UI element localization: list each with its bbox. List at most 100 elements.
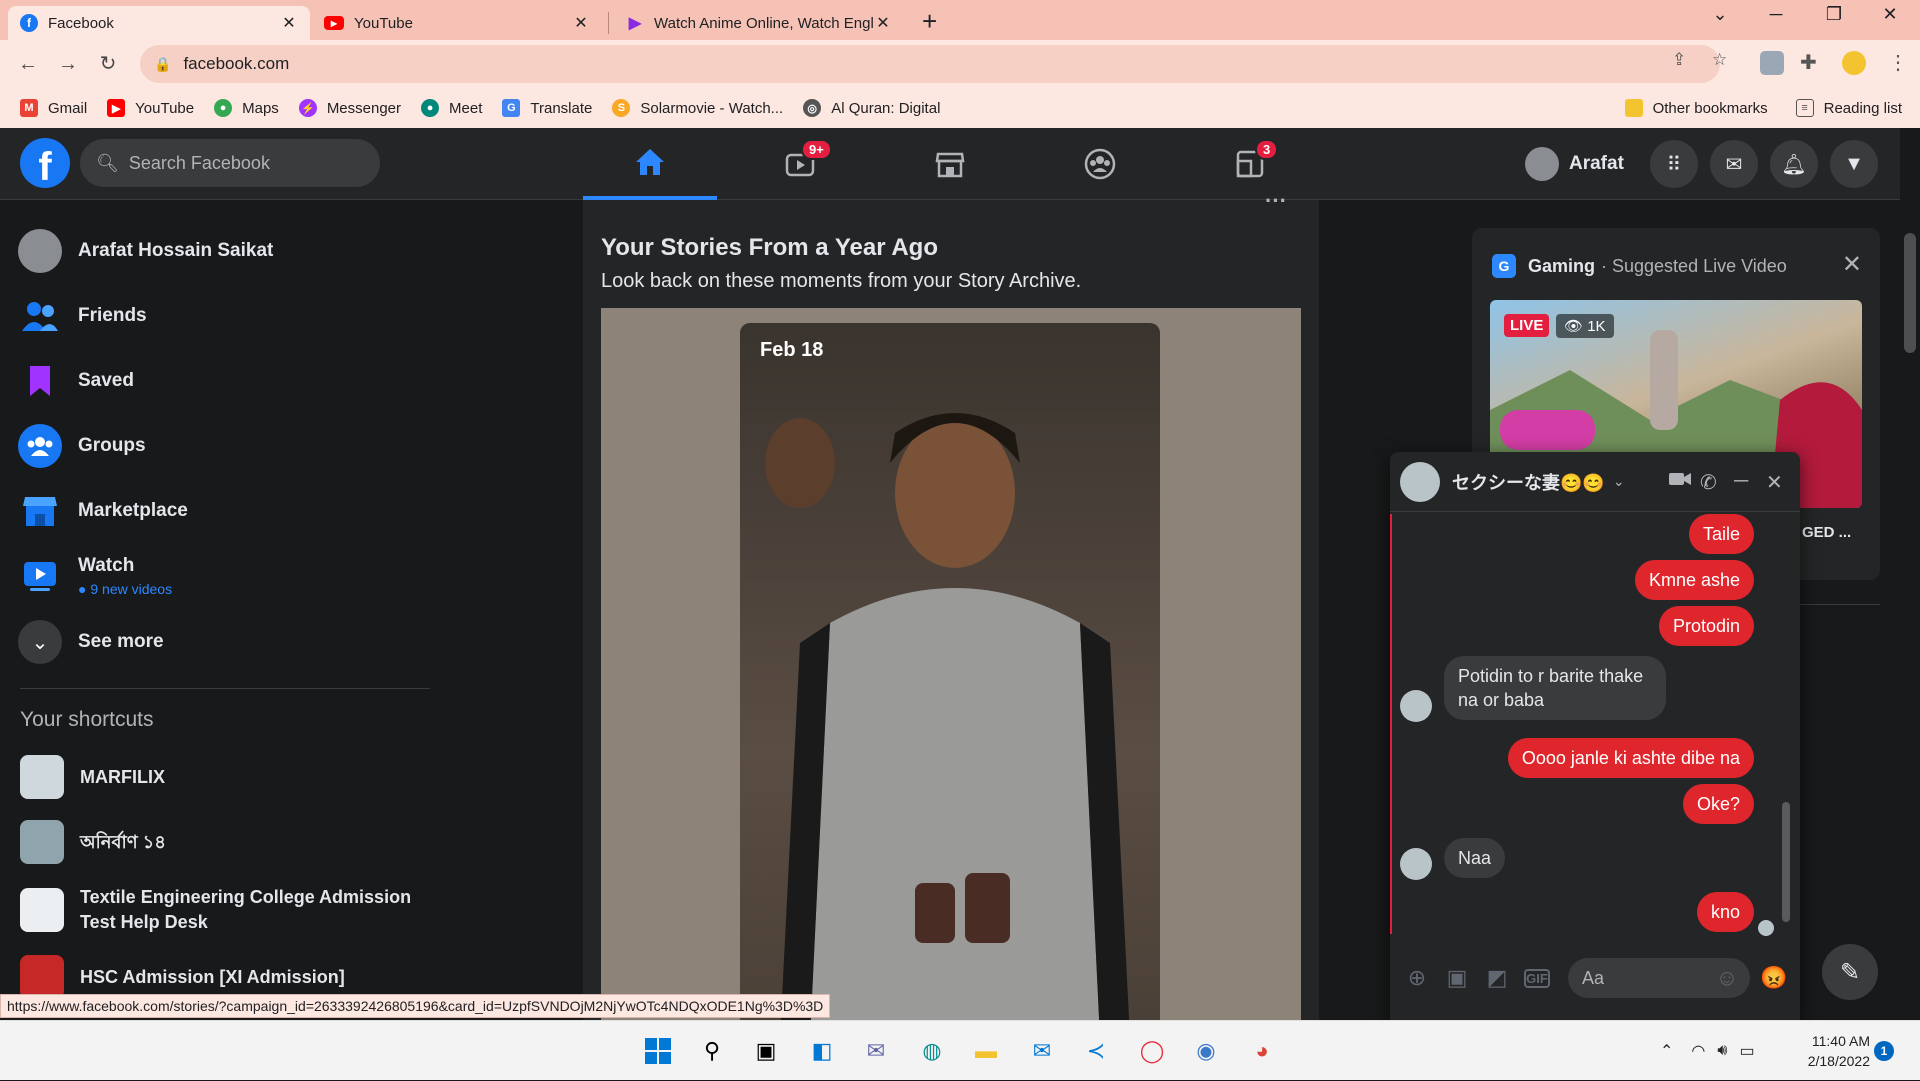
bookmark-maps[interactable]: ● Maps: [214, 99, 279, 117]
bookmark-meet[interactable]: ● Meet: [421, 99, 482, 117]
profile-avatar-icon[interactable]: [1842, 51, 1866, 75]
close-icon[interactable]: ✕: [1842, 250, 1862, 279]
edge-browser-icon[interactable]: ◍: [916, 1035, 948, 1067]
notifications-button[interactable]: 🔔︎: [1770, 140, 1818, 188]
reading-list-button[interactable]: ≡ Reading list: [1795, 99, 1902, 117]
maximize-button[interactable]: ❐: [1814, 4, 1854, 25]
tab-youtube[interactable]: ▶ YouTube ✕: [312, 6, 602, 40]
bookmark-al-quran[interactable]: ◎ Al Quran: Digital: [803, 99, 940, 117]
profile-shortcut[interactable]: Arafat: [1525, 144, 1624, 184]
address-bar[interactable]: 🔒 facebook.com: [140, 45, 1720, 83]
youtube-icon: ▶: [324, 16, 344, 30]
search-input[interactable]: [128, 152, 349, 174]
bookmark-star-icon[interactable]: ☆: [1712, 50, 1727, 70]
menu-grid-button[interactable]: ⠿: [1650, 140, 1698, 188]
sidebar-item-marketplace[interactable]: Marketplace: [18, 483, 188, 539]
minimize-button[interactable]: ─: [1756, 4, 1796, 25]
bookmark-solarmovie[interactable]: S Solarmovie - Watch...: [612, 99, 783, 117]
tab-marketplace[interactable]: [883, 128, 1017, 200]
phone-icon[interactable]: ✆: [1700, 470, 1717, 495]
vscode-icon[interactable]: ≺: [1080, 1035, 1112, 1067]
notification-badge[interactable]: 1: [1874, 1041, 1894, 1061]
shortcut-item[interactable]: Textile Engineering College Admission Te…: [20, 885, 420, 935]
chat-scrollbar[interactable]: [1780, 522, 1792, 932]
sticker-icon[interactable]: ◩: [1484, 965, 1510, 991]
chat-messages[interactable]: Taile Kmne ashe Protodin Potidin to r ba…: [1390, 514, 1800, 936]
tab-groups[interactable]: [1033, 128, 1167, 200]
shortcut-item[interactable]: MARFILIX: [20, 755, 165, 799]
extensions-puzzle-icon[interactable]: ✚: [1800, 50, 1817, 75]
close-icon[interactable]: ✕: [1766, 470, 1783, 495]
gif-icon[interactable]: GIF: [1524, 968, 1550, 988]
qbittorrent-icon[interactable]: ◉: [1190, 1035, 1222, 1067]
file-explorer-icon[interactable]: ▬: [970, 1035, 1002, 1067]
search-icon[interactable]: ⚲: [696, 1035, 728, 1067]
shortcut-item[interactable]: অনির্বাণ ১৪: [20, 820, 166, 864]
minimize-icon[interactable]: ─: [1734, 470, 1748, 493]
close-icon[interactable]: ✕: [572, 13, 590, 33]
tab-facebook[interactable]: f Facebook ✕: [8, 6, 310, 40]
volume-icon[interactable]: 🔊︎: [1717, 1042, 1727, 1060]
photo-icon[interactable]: ▣: [1444, 965, 1470, 991]
bookmark-youtube[interactable]: ▶ YouTube: [107, 99, 194, 117]
message-sent: Oke?: [1682, 784, 1754, 824]
new-message-button[interactable]: ✎: [1822, 944, 1878, 1000]
emoji-icon[interactable]: ☺: [1714, 965, 1740, 991]
avatar: [1525, 147, 1559, 181]
reload-button[interactable]: ↻: [92, 48, 124, 80]
shortcut-item[interactable]: HSC Admission [XI Admission]: [20, 955, 345, 999]
see-more-button[interactable]: ⌄ See more: [18, 614, 164, 670]
facebook-logo-icon[interactable]: f: [20, 138, 70, 188]
close-icon[interactable]: ✕: [874, 13, 892, 33]
more-options-icon[interactable]: ···: [1265, 188, 1287, 214]
wifi-icon[interactable]: ◠: [1691, 1041, 1705, 1061]
close-window-button[interactable]: ✕: [1870, 4, 1910, 25]
teams-chat-icon[interactable]: ✉: [860, 1035, 892, 1067]
menu-kebab-icon[interactable]: ⋮: [1888, 50, 1908, 75]
new-tab-button[interactable]: +: [922, 6, 937, 37]
bookmark-messenger[interactable]: ⚡ Messenger: [298, 99, 401, 117]
search-bar[interactable]: 🔍︎: [80, 139, 380, 187]
sidebar-item-watch[interactable]: Watch ● 9 new videos: [18, 548, 172, 604]
tab-anime[interactable]: ▶ Watch Anime Online, Watch Engl ✕: [614, 6, 904, 40]
gaming-header: G Gaming · Suggested Live Video: [1492, 254, 1787, 278]
tab-watch[interactable]: 9+: [733, 128, 867, 200]
share-icon[interactable]: ⇪: [1672, 50, 1686, 70]
opera-icon[interactable]: ◯: [1136, 1035, 1168, 1067]
chrome-icon[interactable]: ◕: [1246, 1035, 1278, 1067]
mail-icon[interactable]: ✉: [1026, 1035, 1058, 1067]
bookmark-gmail[interactable]: M Gmail: [20, 99, 87, 117]
bookmark-translate[interactable]: G Translate: [502, 99, 592, 117]
other-bookmarks-folder[interactable]: Other bookmarks: [1624, 99, 1768, 117]
story-subtitle: Look back on these moments from your Sto…: [601, 270, 1082, 292]
task-view-icon[interactable]: ▣: [750, 1035, 782, 1067]
chevron-down-icon[interactable]: ⌄: [1613, 473, 1625, 490]
battery-icon[interactable]: ▭: [1739, 1041, 1754, 1061]
back-button[interactable]: ←: [12, 48, 44, 80]
reaction-emoji-icon[interactable]: 😡: [1760, 965, 1787, 991]
chevron-up-icon[interactable]: ⌃: [1660, 1041, 1673, 1061]
forward-button[interactable]: →: [52, 48, 84, 80]
tab-search-chevron-icon[interactable]: ⌄: [1700, 4, 1740, 25]
extension-icon[interactable]: [1760, 51, 1784, 75]
tab-gaming[interactable]: 3: [1183, 128, 1317, 200]
story-photo[interactable]: Feb 18: [740, 323, 1160, 1030]
plus-circle-icon[interactable]: ⊕: [1404, 965, 1430, 991]
page-scrollbar[interactable]: [1900, 128, 1920, 1030]
sidebar-item-profile[interactable]: Arafat Hossain Saikat: [18, 223, 273, 279]
story-frame[interactable]: Feb 18: [601, 308, 1301, 1030]
scroll-thumb[interactable]: [1782, 802, 1790, 922]
messenger-button[interactable]: ✉: [1710, 140, 1758, 188]
windows-start-icon[interactable]: [642, 1035, 674, 1067]
tab-home[interactable]: [583, 128, 717, 200]
account-button[interactable]: ▼: [1830, 140, 1878, 188]
sidebar-item-saved[interactable]: Saved: [18, 353, 134, 409]
clock[interactable]: 11:40 AM 2/18/2022: [1800, 1031, 1870, 1071]
sidebar-item-friends[interactable]: Friends: [18, 288, 147, 344]
widgets-icon[interactable]: ◧: [806, 1035, 838, 1067]
groups-icon: [1083, 148, 1117, 180]
close-icon[interactable]: ✕: [280, 13, 298, 33]
scroll-thumb[interactable]: [1904, 233, 1916, 353]
sidebar-item-groups[interactable]: Groups: [18, 418, 146, 474]
video-call-icon[interactable]: [1668, 470, 1692, 494]
